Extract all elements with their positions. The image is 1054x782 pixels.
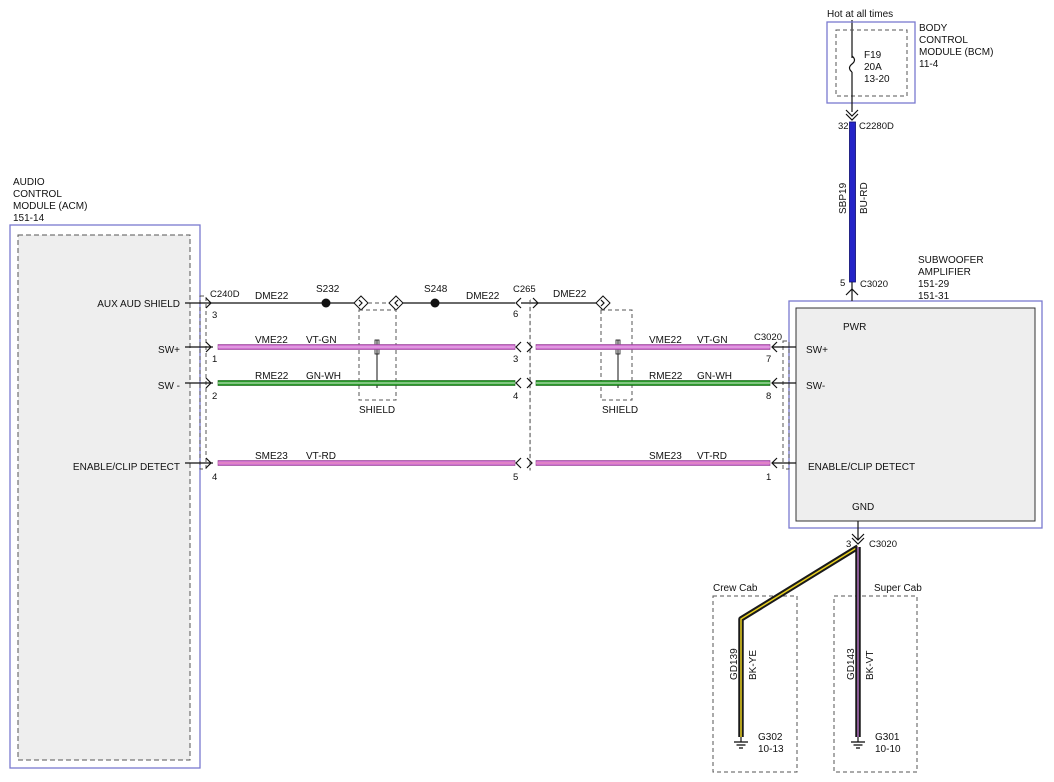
crew-cab-label: Crew Cab	[713, 583, 758, 594]
shield-label-1: SHIELD	[359, 405, 395, 416]
wiring-diagram: Hot at all times F19 20A 13-20 BODY CONT…	[9, 9, 1043, 773]
feed-wire-circuit: SBP19	[838, 182, 849, 214]
enable-circuit-2: SME23	[649, 451, 682, 462]
acm-pin-label-swminus: SW -	[158, 381, 180, 392]
splice-s248: S248	[424, 284, 448, 295]
bcm-fuse-page: 13-20	[864, 74, 890, 85]
swminus-circuit-1: RME22	[255, 371, 289, 382]
amplifier-module: SUBWOOFER AMPLIFIER 151-29 151-31 5 C302…	[754, 255, 1043, 529]
c265-pin-shield: 6	[513, 309, 518, 320]
enable-color-2: VT-RD	[697, 451, 727, 462]
ground-icon	[851, 741, 865, 749]
shield-junction-icon	[388, 295, 404, 311]
amp-pin-enable: 1	[766, 472, 771, 483]
bcm-pin: 32	[838, 121, 849, 132]
connector-icon	[515, 297, 522, 309]
acm-title-3: MODULE (ACM)	[13, 201, 87, 212]
shield-circuit-1: DME22	[255, 291, 289, 302]
amp-pin-label-swminus: SW-	[806, 381, 825, 392]
super-cab-label: Super Cab	[874, 583, 922, 594]
crew-cab-circuit: GD139	[729, 648, 740, 680]
wire-enable-clip: SME23 VT-RD SME23 VT-RD	[217, 451, 771, 469]
super-cab-circuit: GD143	[846, 648, 857, 680]
bcm-title-3: MODULE (BCM)	[919, 47, 993, 58]
amp-pwr-connector: C3020	[860, 279, 888, 290]
crew-cab-enclosure	[712, 595, 798, 773]
splice-icon	[430, 298, 440, 308]
bcm-module: Hot at all times F19 20A 13-20 BODY CONT…	[826, 9, 993, 132]
amp-gnd-label: GND	[852, 502, 874, 513]
ground-circuit: 3 C3020 Crew Cab GD139 BK-YE G302 10-13 …	[712, 521, 922, 773]
amp-gnd-pin: 3	[846, 539, 851, 550]
amp-pin-swplus: 7	[766, 354, 771, 365]
swplus-circuit-1: VME22	[255, 335, 288, 346]
swplus-color-1: VT-GN	[306, 335, 337, 346]
amp-title-3: 151-29	[918, 279, 950, 290]
acm-pin-label-enable: ENABLE/CLIP DETECT	[73, 462, 180, 473]
acm-module: AUDIO CONTROL MODULE (ACM) 151-14 AUX AU…	[9, 177, 240, 769]
acm-pin-enable: 4	[212, 472, 217, 483]
crew-cab-color: BK-YE	[748, 650, 759, 680]
bcm-fuse-rating: 20A	[864, 62, 882, 73]
shield-circuit-2: DME22	[466, 291, 500, 302]
acm-pin-swminus: 2	[212, 391, 217, 402]
bcm-power-label: Hot at all times	[827, 9, 893, 20]
bcm-connector: C2280D	[859, 121, 894, 132]
super-cab-color: BK-VT	[865, 651, 876, 680]
c265-pin-enable: 5	[513, 472, 518, 483]
enable-color-1: VT-RD	[306, 451, 336, 462]
amp-pin-swminus: 8	[766, 391, 771, 402]
enable-circuit-1: SME23	[255, 451, 288, 462]
wire-sw-plus: VME22 VT-GN VME22 VT-GN	[217, 335, 771, 353]
shield-drain-wire: S232 DME22 S248 DME22 DME22	[213, 284, 611, 311]
amp-gnd-connector: C3020	[869, 539, 897, 550]
fuse-icon	[848, 55, 856, 73]
amp-connector: C3020	[754, 332, 782, 343]
acm-title-1: AUDIO	[13, 177, 45, 188]
shield-label-2: SHIELD	[602, 405, 638, 416]
bcm-fuse-name: F19	[864, 50, 882, 61]
swplus-color-2: VT-GN	[697, 335, 728, 346]
c265-name: C265	[513, 284, 536, 295]
super-cab-page: 10-10	[875, 744, 901, 755]
splice-s232: S232	[316, 284, 340, 295]
super-cab-ground: G301	[875, 732, 900, 743]
amp-title-2: AMPLIFIER	[918, 267, 971, 278]
c265-pin-swplus: 3	[513, 354, 518, 365]
acm-title-4: 151-14	[13, 213, 45, 224]
swminus-color-2: GN-WH	[697, 371, 732, 382]
acm-connector: C240D	[210, 289, 240, 300]
splice-icon	[321, 298, 331, 308]
acm-pin-label-swplus: SW+	[158, 345, 180, 356]
acm-title-2: CONTROL	[13, 189, 62, 200]
feed-wire-color: BU-RD	[859, 182, 870, 214]
amp-pwr-pin: 5	[840, 278, 845, 289]
shield-junction-icon	[353, 295, 369, 311]
bcm-title-1: BODY	[919, 23, 948, 34]
swplus-circuit-2: VME22	[649, 335, 682, 346]
shield-enclosure	[600, 309, 633, 401]
shield-circuit-3: DME22	[553, 289, 587, 300]
amp-pwr-label: PWR	[843, 322, 866, 333]
crew-cab-page: 10-13	[758, 744, 784, 755]
bcm-title-4: 11-4	[919, 59, 939, 70]
c265-pin-swminus: 4	[513, 391, 518, 402]
amp-pin-label-enable: ENABLE/CLIP DETECT	[808, 462, 915, 473]
feed-wire: SBP19 BU-RD	[838, 121, 870, 283]
amp-pin-label-swplus: SW+	[806, 345, 828, 356]
crew-cab-ground: G302	[758, 732, 783, 743]
shield-junction-icon	[595, 295, 611, 311]
ground-icon	[734, 741, 748, 749]
bcm-title-2: CONTROL	[919, 35, 968, 46]
amp-title-1: SUBWOOFER	[918, 255, 984, 266]
swminus-color-1: GN-WH	[306, 371, 341, 382]
acm-pin-label-shield: AUX AUD SHIELD	[97, 299, 180, 310]
swminus-circuit-2: RME22	[649, 371, 683, 382]
acm-pin-swplus: 1	[212, 354, 217, 365]
wire-sw-minus: RME22 GN-WH RME22 GN-WH	[217, 371, 771, 389]
acm-pin-shield: 3	[212, 310, 217, 321]
